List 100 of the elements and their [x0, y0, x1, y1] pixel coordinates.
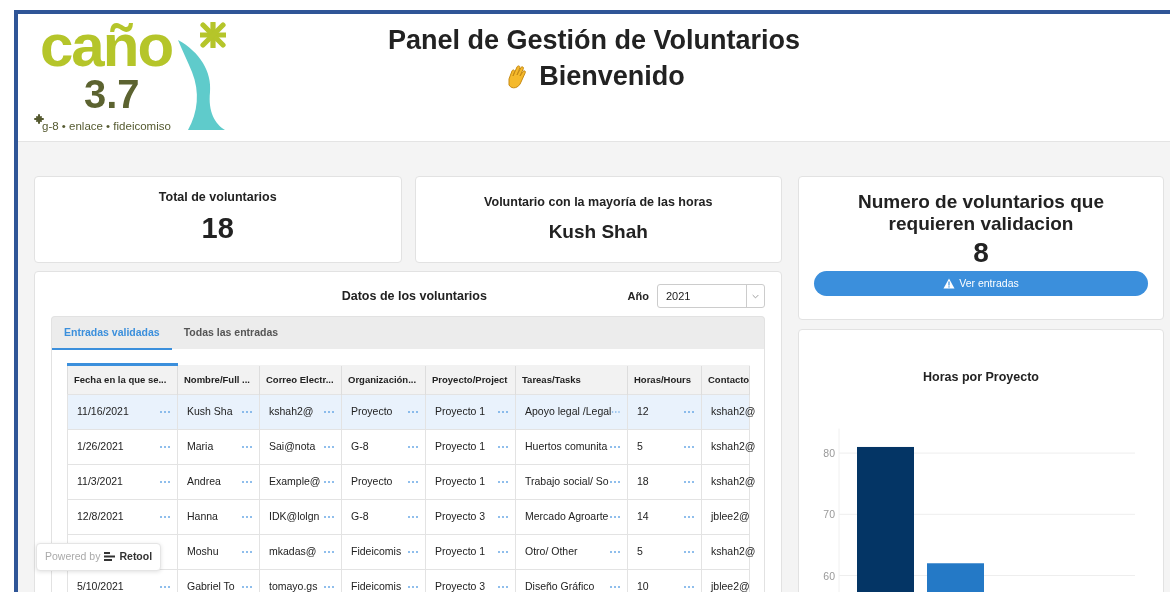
more-icon — [323, 585, 335, 589]
axis-tick-label: 80 — [823, 446, 835, 459]
more-icon — [241, 515, 253, 519]
more-icon — [323, 445, 335, 449]
table-cell: kshah2@ — [711, 474, 756, 490]
stat-value: 18 — [201, 211, 234, 247]
more-icon — [683, 445, 695, 449]
panel-title: Datos de los voluntarios — [340, 287, 488, 305]
year-select[interactable]: 2021 — [657, 284, 765, 308]
table-cell: Trabajo social/ So — [525, 474, 609, 490]
axis-tick-label: 70 — [823, 508, 835, 521]
more-icon — [683, 550, 695, 554]
more-icon — [611, 410, 621, 414]
more-icon — [241, 445, 253, 449]
column-header[interactable]: Organización... — [341, 364, 426, 395]
table-row[interactable]: 12/8/2021 Hanna IDK@lolgn G-8 Proyecto 3 Mercado Agroarte 14 jblee2@ — [67, 499, 750, 535]
table-cell: Gabriel To — [187, 579, 235, 592]
logo-wordmark: caño — [40, 16, 173, 76]
welcome-text: Bienvenido — [539, 60, 685, 94]
more-icon — [497, 550, 509, 554]
more-icon — [241, 480, 253, 484]
chart-title: Horas por Proyecto — [922, 369, 1040, 386]
more-icon — [497, 480, 509, 484]
year-label: Año — [627, 288, 649, 304]
more-icon — [159, 410, 171, 414]
logo-tagline: g-8 • enlace • fideicomiso — [42, 119, 171, 134]
table-cell: G-8 — [351, 509, 369, 525]
retool-logo-icon — [104, 552, 116, 562]
validation-count: 8 — [972, 235, 990, 270]
table-cell: 14 — [637, 509, 649, 525]
table-cell: 5 — [637, 439, 643, 455]
more-icon — [323, 410, 335, 414]
table-cell: Moshu — [187, 544, 219, 560]
more-icon — [241, 550, 253, 554]
page-title: Panel de Gestión de Voluntarios — [386, 24, 802, 57]
table-cell: Proyecto 1 — [435, 404, 486, 420]
table-cell: Maria — [187, 439, 214, 455]
column-header[interactable]: Contacto — [701, 364, 750, 395]
table-cell: kshah2@ — [711, 439, 756, 455]
table-cell: kshah2@ — [711, 544, 756, 560]
more-icon — [609, 480, 621, 484]
table-cell: Proyecto — [351, 474, 393, 490]
table-cell: jblee2@ — [711, 509, 750, 525]
table-cell: 11/16/2021 — [77, 404, 129, 420]
more-icon — [407, 480, 419, 484]
table-cell: Otro/ Other — [525, 544, 578, 560]
table-cell: G-8 — [351, 439, 369, 455]
column-header[interactable]: Tareas/Tasks — [515, 364, 628, 395]
table-cell: 5 — [637, 544, 643, 560]
column-header[interactable]: Nombre/Full ... — [177, 364, 260, 395]
table-cell: Fideicomis — [351, 544, 402, 560]
table-cell: Sai@nota — [269, 439, 316, 455]
more-icon — [407, 410, 419, 414]
more-icon — [609, 585, 621, 589]
stat-label: Total de voluntarios — [158, 189, 277, 207]
more-icon — [241, 410, 253, 414]
more-icon — [159, 480, 171, 484]
table-cell: Kush Sha — [187, 404, 233, 420]
more-icon — [497, 445, 509, 449]
table-cell: mkadas@ — [269, 544, 317, 560]
stat-value: Kush Shah — [548, 219, 648, 244]
powered-by-badge[interactable]: Powered by Retool — [36, 543, 162, 571]
table-cell: 18 — [637, 474, 649, 490]
column-header[interactable]: Proyecto/Project — [425, 364, 516, 395]
more-icon — [497, 410, 509, 414]
table-cell: 1/26/2021 — [77, 439, 124, 455]
more-icon — [323, 550, 335, 554]
table-cell: Proyecto 1 — [435, 474, 486, 490]
table-cell: Fideicomis — [351, 579, 402, 592]
table-cell: 11/3/2021 — [77, 474, 123, 490]
table-cell: 12 — [637, 404, 649, 420]
table-cell: kshah2@ — [711, 404, 756, 420]
table-cell: Proyecto — [351, 404, 393, 420]
column-header[interactable]: Correo Electr... — [259, 364, 342, 395]
more-icon — [497, 585, 509, 589]
more-icon — [159, 445, 171, 449]
more-icon — [609, 550, 621, 554]
table-cell: kshah2@ — [269, 404, 314, 420]
table-cell: tomayo.gs — [269, 579, 318, 592]
more-icon — [683, 585, 695, 589]
table-cell: 12/8/2021 — [77, 509, 124, 525]
more-icon — [241, 585, 253, 589]
more-icon — [159, 585, 171, 589]
warning-icon — [943, 278, 956, 290]
table-cell: Diseño Gráfico — [525, 579, 595, 592]
axis-tick-label: 60 — [823, 569, 835, 582]
table-cell: Huertos comunita — [525, 439, 608, 455]
column-header[interactable]: Horas/Hours — [627, 364, 702, 395]
more-icon — [323, 515, 335, 519]
more-icon — [407, 550, 419, 554]
table-cell: IDK@lolgn — [269, 509, 320, 525]
tab[interactable]: Todas las entradas — [171, 317, 291, 350]
table-cell: Example@ — [269, 474, 321, 490]
table-cell: 10 — [637, 579, 649, 592]
asterisk-icon — [200, 22, 226, 48]
column-header[interactable]: Fecha en la que se... — [67, 364, 178, 395]
more-icon — [683, 515, 695, 519]
more-icon — [683, 410, 695, 414]
table-cell: Proyecto 1 — [435, 439, 486, 455]
table-cell: Proyecto 3 — [435, 509, 486, 525]
